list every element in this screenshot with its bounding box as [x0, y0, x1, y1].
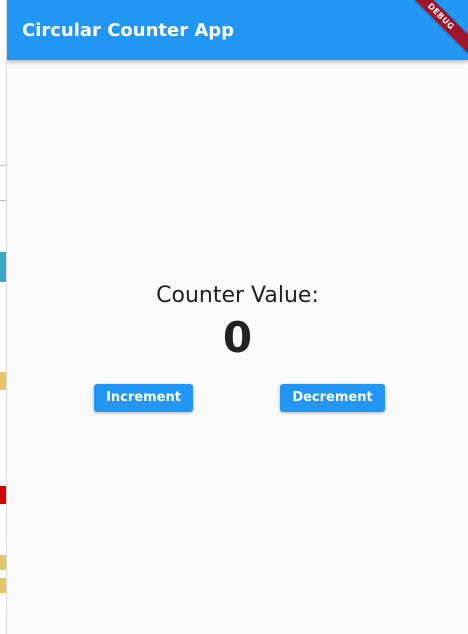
app-bar: Circular Counter App — [7, 0, 468, 60]
app-window: Circular Counter App DEBUG Counter Value… — [6, 0, 468, 634]
counter-value: 0 — [222, 313, 253, 362]
app-bar-title: Circular Counter App — [22, 20, 235, 41]
screen: Circular Counter App DEBUG Counter Value… — [0, 0, 468, 634]
increment-button[interactable]: Increment — [94, 384, 193, 412]
counter-label: Counter Value: — [156, 283, 319, 308]
decrement-button[interactable]: Decrement — [280, 384, 385, 412]
